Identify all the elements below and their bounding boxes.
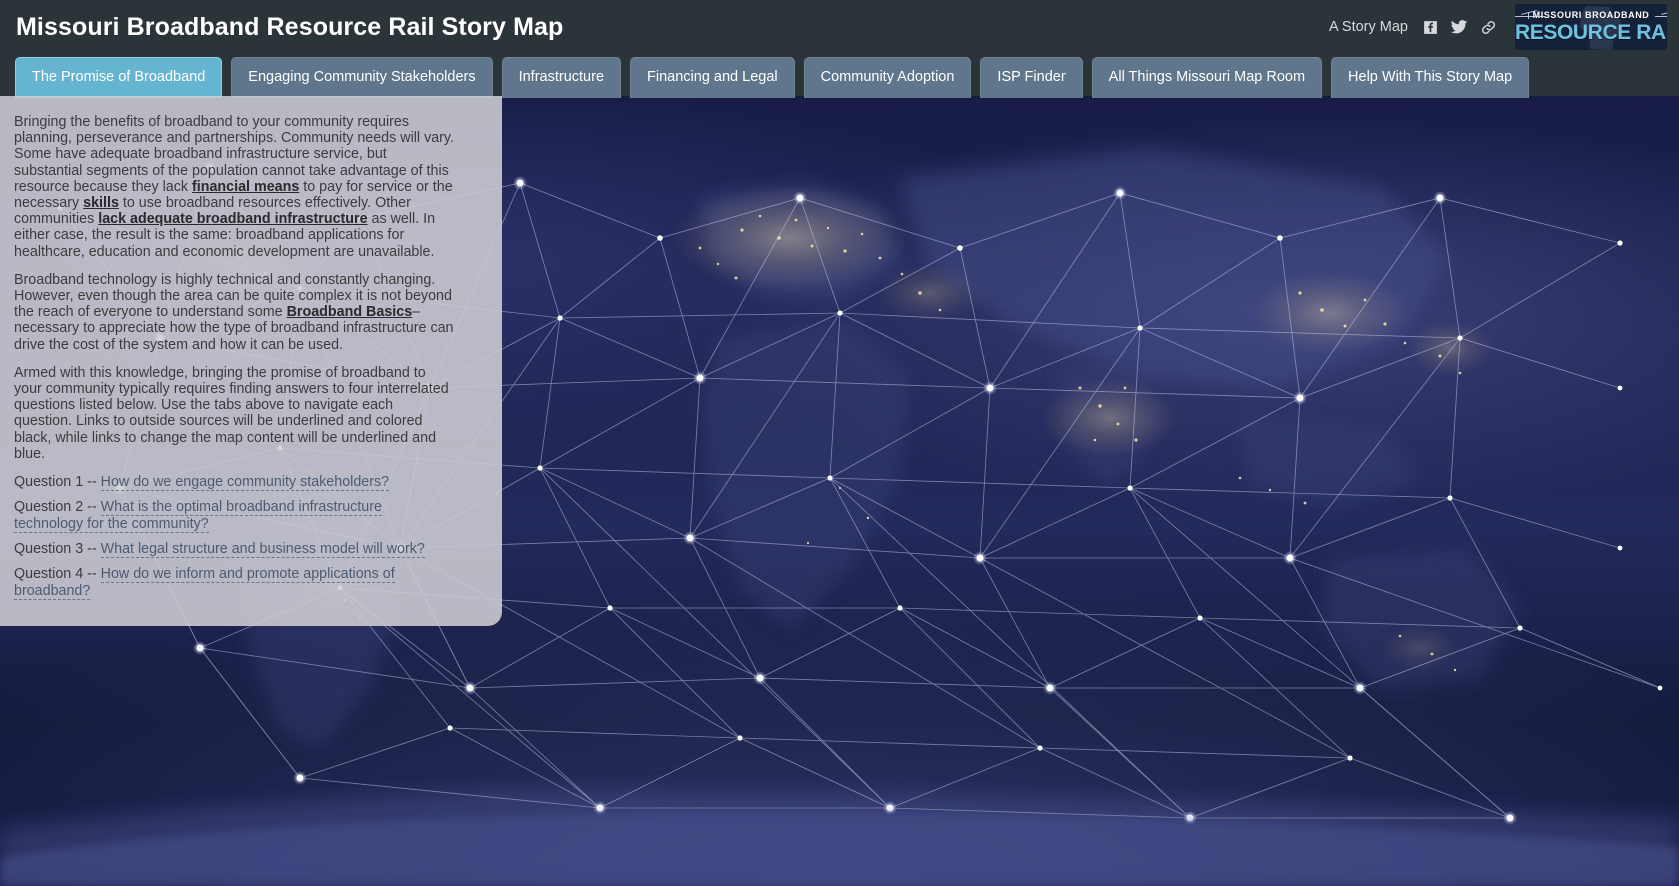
tab-community-adoption[interactable]: Community Adoption bbox=[803, 57, 972, 98]
tab-isp-finder[interactable]: ISP Finder bbox=[980, 57, 1083, 98]
story-map-label: A Story Map bbox=[1329, 19, 1408, 35]
link-skills[interactable]: skills bbox=[83, 195, 119, 211]
logo-main-text-wrap: RESOURCE RAIL™ bbox=[1515, 21, 1667, 45]
story-map-app: Missouri Broadband Resource Rail Story M… bbox=[0, 0, 1679, 886]
question-1-link[interactable]: How do we engage community stakeholders? bbox=[100, 474, 390, 492]
question-4-prefix: Question 4 -- bbox=[14, 566, 101, 583]
logo-main-text: RESOURCE RAIL bbox=[1515, 21, 1667, 44]
facebook-icon[interactable] bbox=[1421, 18, 1439, 36]
question-row-1: Question 1 -- How do we engage community… bbox=[14, 474, 454, 492]
tab-all-things-missouri-map-room[interactable]: All Things Missouri Map Room bbox=[1091, 57, 1323, 98]
tab-financing-and-legal[interactable]: Financing and Legal bbox=[630, 57, 795, 98]
tab-engaging-community-stakeholders[interactable]: Engaging Community Stakeholders bbox=[231, 57, 493, 98]
page-title: Missouri Broadband Resource Rail Story M… bbox=[16, 13, 564, 41]
link-broadband-basics[interactable]: Broadband Basics bbox=[287, 304, 413, 320]
tab-the-promise-of-broadband[interactable]: The Promise of Broadband bbox=[15, 57, 223, 98]
twitter-icon[interactable] bbox=[1450, 18, 1468, 36]
rail-track-left-icon bbox=[1515, 11, 1544, 20]
question-row-3: Question 3 -- What legal structure and b… bbox=[14, 541, 454, 559]
question-2-prefix: Question 2 -- bbox=[14, 499, 101, 516]
question-row-2: Question 2 -- What is the optimal broadb… bbox=[14, 499, 454, 534]
question-3-prefix: Question 3 -- bbox=[14, 541, 101, 558]
question-1-prefix: Question 1 -- bbox=[14, 474, 101, 491]
tab-help-with-this-story-map[interactable]: Help With This Story Map bbox=[1331, 57, 1530, 98]
tab-infrastructure[interactable]: Infrastructure bbox=[501, 57, 622, 98]
tab-bar: The Promise of Broadband Engaging Commun… bbox=[15, 57, 1530, 98]
resource-rail-logo[interactable]: MISSOURI BROADBAND RESOURCE RAIL™ bbox=[1515, 4, 1667, 50]
logo-top-text: MISSOURI BROADBAND bbox=[1532, 10, 1650, 20]
link-financial-means[interactable]: financial means bbox=[192, 179, 299, 195]
panel-paragraph-3: Armed with this knowledge, bringing the … bbox=[14, 364, 449, 462]
link-icon[interactable] bbox=[1479, 18, 1497, 36]
rail-track-right-icon bbox=[1655, 11, 1667, 20]
header-right-group: A Story Map MISSOURI BROADBAND RESOURCE … bbox=[1329, 4, 1667, 50]
question-3-link[interactable]: What legal structure and business model … bbox=[100, 541, 425, 559]
question-row-4: Question 4 -- How do we inform and promo… bbox=[14, 566, 454, 601]
panel-paragraph-1: Bringing the benefits of broadband to yo… bbox=[14, 114, 454, 260]
social-links bbox=[1421, 18, 1497, 36]
panel-paragraph-2: Broadband technology is highly technical… bbox=[14, 272, 454, 353]
logo-top-row: MISSOURI BROADBAND bbox=[1515, 10, 1667, 20]
story-text-panel: Bringing the benefits of broadband to yo… bbox=[0, 96, 502, 627]
link-lack-adequate-broadband-infrastructure[interactable]: lack adequate broadband infrastructure bbox=[98, 211, 367, 227]
